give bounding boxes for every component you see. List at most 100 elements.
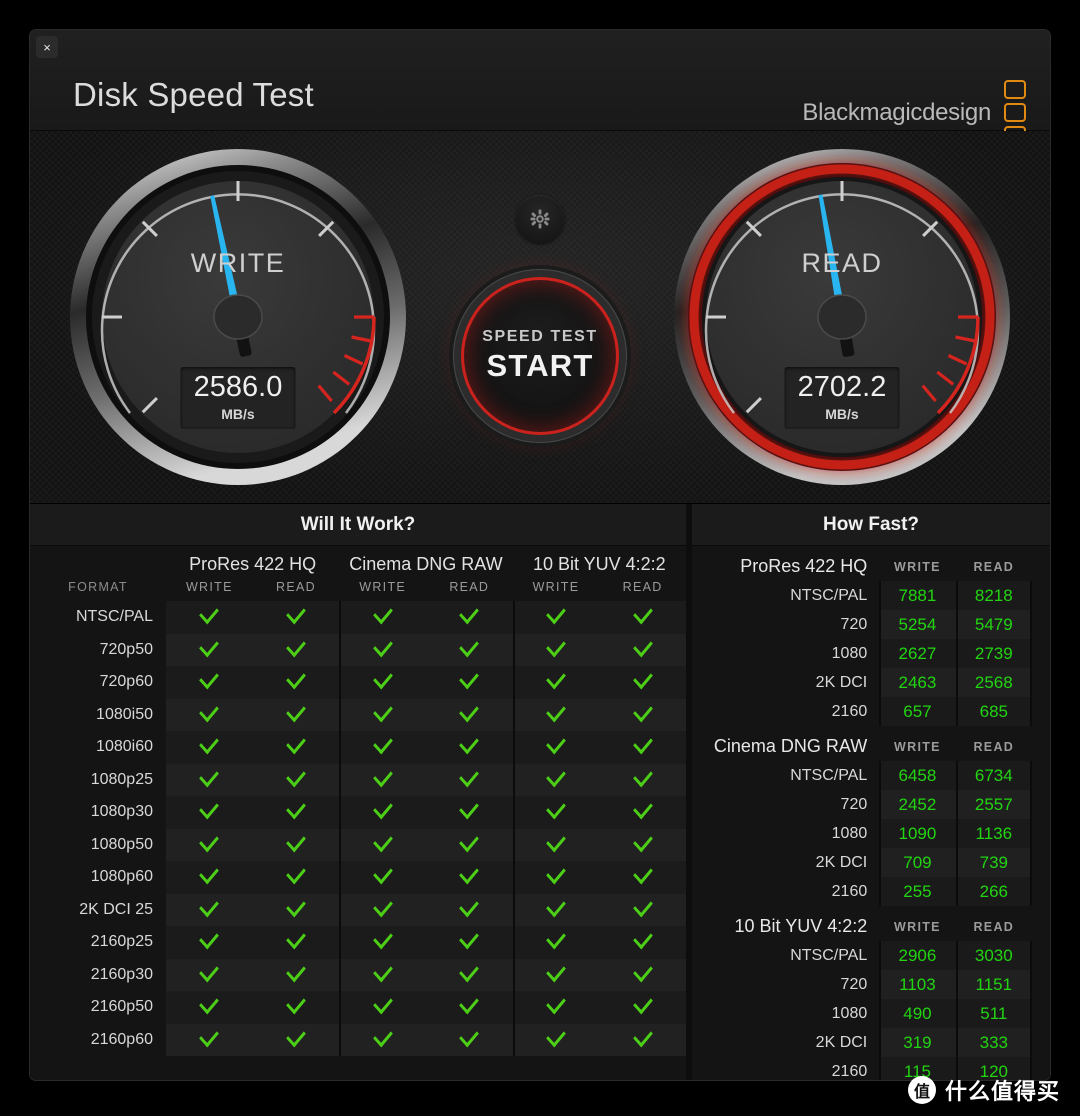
check-icon <box>459 731 480 755</box>
write-speed-value: 5254 <box>879 610 956 639</box>
check-icon <box>459 861 480 885</box>
watermark: 值 什么值得买 <box>907 1074 1060 1106</box>
write-speed-value: 6458 <box>879 761 956 790</box>
write-speed-value: 490 <box>879 999 956 1028</box>
table-row: NTSC/PAL 2906 3030 <box>710 941 1032 970</box>
supported-cell <box>252 731 340 764</box>
supported-cell <box>252 958 340 991</box>
supported-cell <box>599 893 686 926</box>
section-header-row: Cinema DNG RAW WRITE READ <box>710 726 1032 761</box>
check-icon <box>286 764 306 788</box>
format-label: 1080p60 <box>90 868 153 886</box>
check-icon <box>372 926 393 950</box>
check-icon <box>286 829 306 853</box>
supported-cell <box>599 666 686 699</box>
supported-cell <box>425 828 513 861</box>
check-icon <box>459 894 480 918</box>
write-speed-value: 657 <box>879 697 956 726</box>
check-icon <box>199 666 220 690</box>
check-icon <box>632 601 653 625</box>
read-unit: MB/s <box>825 406 859 422</box>
check-icon <box>286 731 306 755</box>
how-fast-section: 10 Bit YUV 4:2:2 WRITE READ NTSC/PAL 2906 303… <box>710 906 1032 1080</box>
check-icon <box>546 731 566 755</box>
supported-cell <box>512 958 600 991</box>
format-label: 2160p25 <box>90 933 153 951</box>
supported-cell <box>339 633 426 666</box>
check-icon <box>632 1024 653 1048</box>
check-icon <box>459 634 480 658</box>
supported-cell <box>512 796 600 829</box>
write-speed-value: 709 <box>879 848 956 877</box>
supported-cell <box>252 893 340 926</box>
check-icon <box>286 699 306 723</box>
gauges-panel: WRITE 2586.0 MB/s SPEED TEST START READ … <box>30 131 1050 504</box>
table-row: 2K DCI 2463 2568 <box>710 668 1032 697</box>
settings-button[interactable] <box>516 195 564 243</box>
table-row: 1080p30 <box>30 796 686 829</box>
how-fast-title: How Fast? <box>692 504 1050 546</box>
check-icon <box>546 991 566 1015</box>
check-icon <box>546 894 566 918</box>
read-speed-value: 685 <box>955 697 1032 726</box>
check-icon <box>372 959 393 983</box>
supported-cell <box>339 926 426 959</box>
supported-cell <box>252 666 340 699</box>
prores-read-header: READ <box>276 580 316 594</box>
check-icon <box>459 764 480 788</box>
supported-cell <box>599 633 686 666</box>
supported-cell <box>252 698 340 731</box>
will-it-work-table: ProRes 422 HQ Cinema DNG RAW 10 Bit YUV … <box>30 546 686 1056</box>
supported-cell <box>512 1023 600 1056</box>
read-speed-value: 1136 <box>955 819 1032 848</box>
check-icon <box>632 991 653 1015</box>
check-icon <box>632 926 653 950</box>
check-icon <box>199 764 220 788</box>
check-icon <box>286 666 306 690</box>
close-button[interactable]: × <box>36 36 58 58</box>
supported-cell <box>166 958 253 991</box>
supported-cell <box>339 731 426 764</box>
format-label: 2160p50 <box>90 998 153 1016</box>
supported-cell <box>425 666 513 699</box>
check-icon <box>459 926 480 950</box>
supported-cell <box>512 633 600 666</box>
table-row: 2K DCI 25 <box>30 893 686 926</box>
how-fast-body: ProRes 422 HQ WRITE READ NTSC/PAL 7881 8218 72… <box>692 546 1050 1080</box>
write-speed-value: 2906 <box>879 941 956 970</box>
table-row: 1080p60 <box>30 861 686 894</box>
supported-cell <box>252 926 340 959</box>
supported-cell <box>599 828 686 861</box>
dng-write-header: WRITE <box>359 580 407 594</box>
read-value: 2702.2 <box>797 371 887 403</box>
check-icon <box>632 731 653 755</box>
start-button-line1: SPEED TEST <box>482 328 598 345</box>
supported-cell <box>425 633 513 666</box>
format-label: 2K DCI 25 <box>79 900 153 918</box>
supported-cell <box>425 731 513 764</box>
check-icon <box>286 634 306 658</box>
write-speed-value: 7881 <box>879 581 956 610</box>
supported-cell <box>339 796 426 829</box>
supported-cell <box>166 796 253 829</box>
title-bar: × Disk Speed Test Blackmagicdesign <box>30 30 1050 145</box>
read-speed-value: 2568 <box>955 668 1032 697</box>
table-row: 1080p25 <box>30 763 686 796</box>
will-it-work-head: ProRes 422 HQ Cinema DNG RAW 10 Bit YUV … <box>30 546 686 601</box>
read-speed-value: 3030 <box>955 941 1032 970</box>
section-title: 10 Bit YUV 4:2:2 <box>734 916 868 936</box>
check-icon <box>632 861 653 885</box>
read-readout: 2702.2 MB/s <box>784 367 900 429</box>
how-fast-section: ProRes 422 HQ WRITE READ NTSC/PAL 7881 8218 72… <box>710 546 1032 726</box>
check-icon <box>199 796 220 820</box>
supported-cell <box>512 893 600 926</box>
supported-cell <box>252 1023 340 1056</box>
read-speed-value: 511 <box>955 999 1032 1028</box>
check-icon <box>286 1024 306 1048</box>
disk-speed-test-window: × Disk Speed Test Blackmagicdesign WRITE… <box>30 30 1050 1080</box>
supported-cell <box>425 763 513 796</box>
resolution-label: 2K DCI <box>815 853 868 871</box>
speed-test-start-button[interactable]: SPEED TEST START <box>461 277 619 435</box>
read-gauge-label: READ <box>801 248 883 278</box>
supported-cell <box>339 698 426 731</box>
